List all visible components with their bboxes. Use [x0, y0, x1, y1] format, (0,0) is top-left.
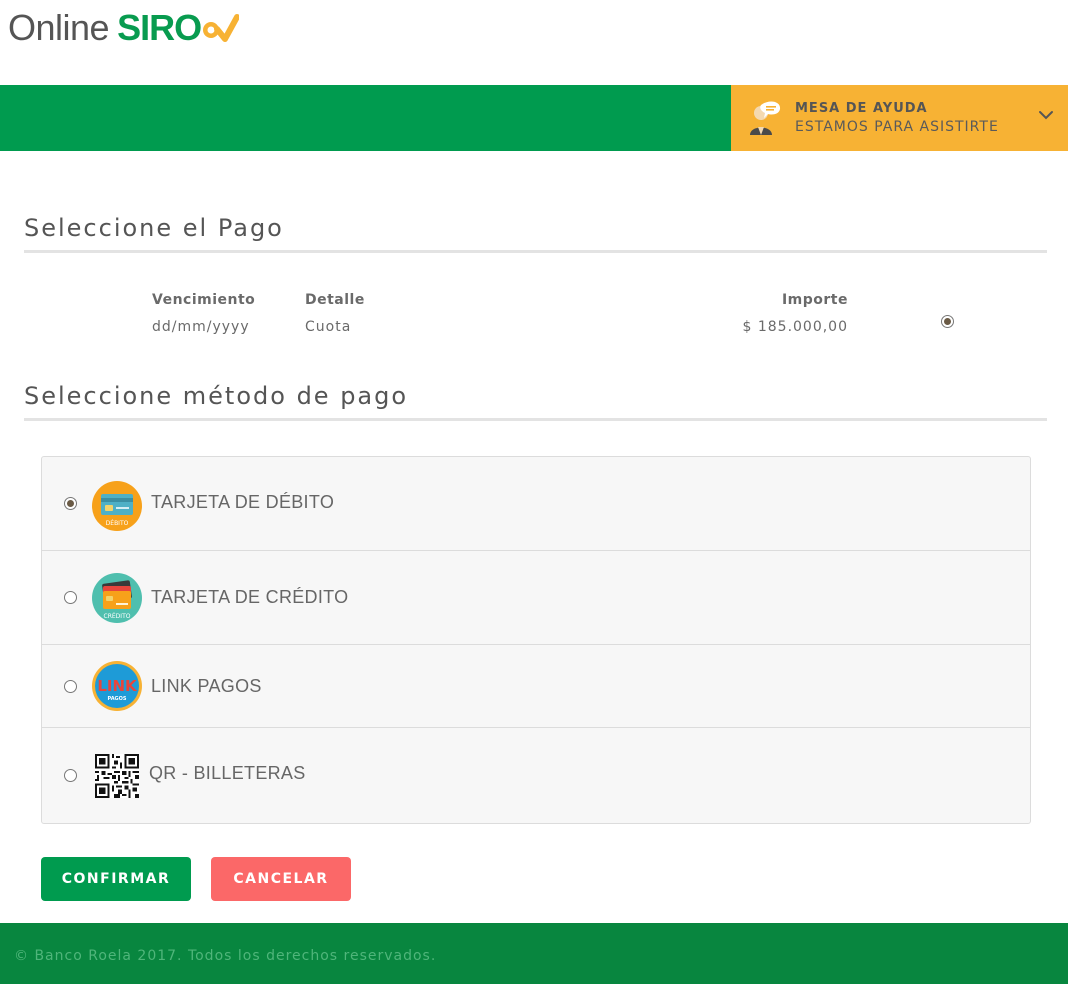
- method-link-label: LINK PAGOS: [151, 675, 262, 696]
- page: Online SIRO MESA DE AYUDA ESTAMOS PARA A…: [0, 0, 1068, 984]
- method-section-title: Seleccione método de pago: [24, 382, 1047, 421]
- logo-siro-text: SIRO: [117, 7, 202, 48]
- footer: © Banco Roela 2017. Todos los derechos r…: [0, 923, 1068, 984]
- credit-card-icon-text: CRÉDITO: [104, 612, 131, 620]
- method-debit-label: TARJETA DE DÉBITO: [151, 492, 335, 512]
- help-desk-dropdown[interactable]: MESA DE AYUDA ESTAMOS PARA ASISTIRTE: [731, 85, 1068, 151]
- method-debit-card[interactable]: DÉBITO TARJETA DE DÉBITO: [42, 457, 1030, 551]
- site-logo[interactable]: Online SIRO: [8, 7, 240, 48]
- help-desk-title: MESA DE AYUDA: [795, 101, 928, 116]
- method-credit-card[interactable]: CRÉDITO TARJETA DE CRÉDITO: [42, 551, 1030, 645]
- column-header-due: Vencimiento: [152, 292, 256, 308]
- link-pagos-icon-subtext: PAGOS: [107, 696, 126, 702]
- payment-methods-list: DÉBITO TARJETA DE DÉBITO CRÉDITO TARJETA…: [41, 456, 1031, 824]
- help-desk-agent-icon: [750, 101, 781, 135]
- debit-card-icon: DÉBITO: [92, 480, 142, 531]
- payment-section-title: Seleccione el Pago: [24, 214, 1047, 253]
- link-pagos-icon: LINK PAGOS: [92, 661, 142, 711]
- method-credit-radio[interactable]: [64, 591, 77, 604]
- method-link-radio[interactable]: [64, 679, 77, 693]
- credit-card-icon: CRÉDITO: [92, 572, 142, 623]
- footer-copyright: © Banco Roela 2017. Todos los derechos r…: [14, 948, 437, 964]
- column-header-amount: Importe: [781, 292, 848, 308]
- method-link-pagos[interactable]: LINK PAGOS LINK PAGOS: [42, 645, 1030, 728]
- method-debit-radio[interactable]: [64, 497, 77, 510]
- method-qr-radio[interactable]: [64, 769, 77, 782]
- cancel-button[interactable]: CANCELAR: [211, 857, 351, 901]
- qr-code-icon: [95, 753, 139, 798]
- method-credit-label: TARJETA DE CRÉDITO: [151, 587, 349, 607]
- confirm-button[interactable]: CONFIRMAR: [41, 857, 191, 901]
- method-qr-wallets[interactable]: QR - BILLETERAS: [42, 728, 1030, 823]
- debit-card-icon-text: DÉBITO: [106, 519, 129, 527]
- logo-checkmark-icon: [203, 14, 240, 42]
- logo-online-text: Online: [8, 7, 110, 48]
- chevron-down-icon[interactable]: [1038, 107, 1054, 123]
- column-header-detail: Detalle: [305, 292, 365, 308]
- link-pagos-icon-text: LINK: [97, 677, 138, 695]
- payment-due-date: dd/mm/yyyy: [152, 319, 250, 335]
- top-bar: MESA DE AYUDA ESTAMOS PARA ASISTIRTE: [0, 85, 1068, 151]
- payment-select-radio[interactable]: [941, 315, 954, 328]
- payment-detail: Cuota: [305, 319, 352, 335]
- help-desk-subtitle: ESTAMOS PARA ASISTIRTE: [795, 119, 999, 135]
- method-qr-label: QR - BILLETERAS: [149, 763, 306, 783]
- help-desk-text: MESA DE AYUDA ESTAMOS PARA ASISTIRTE: [795, 100, 999, 136]
- payment-amount: $ 185.000,00: [742, 319, 848, 335]
